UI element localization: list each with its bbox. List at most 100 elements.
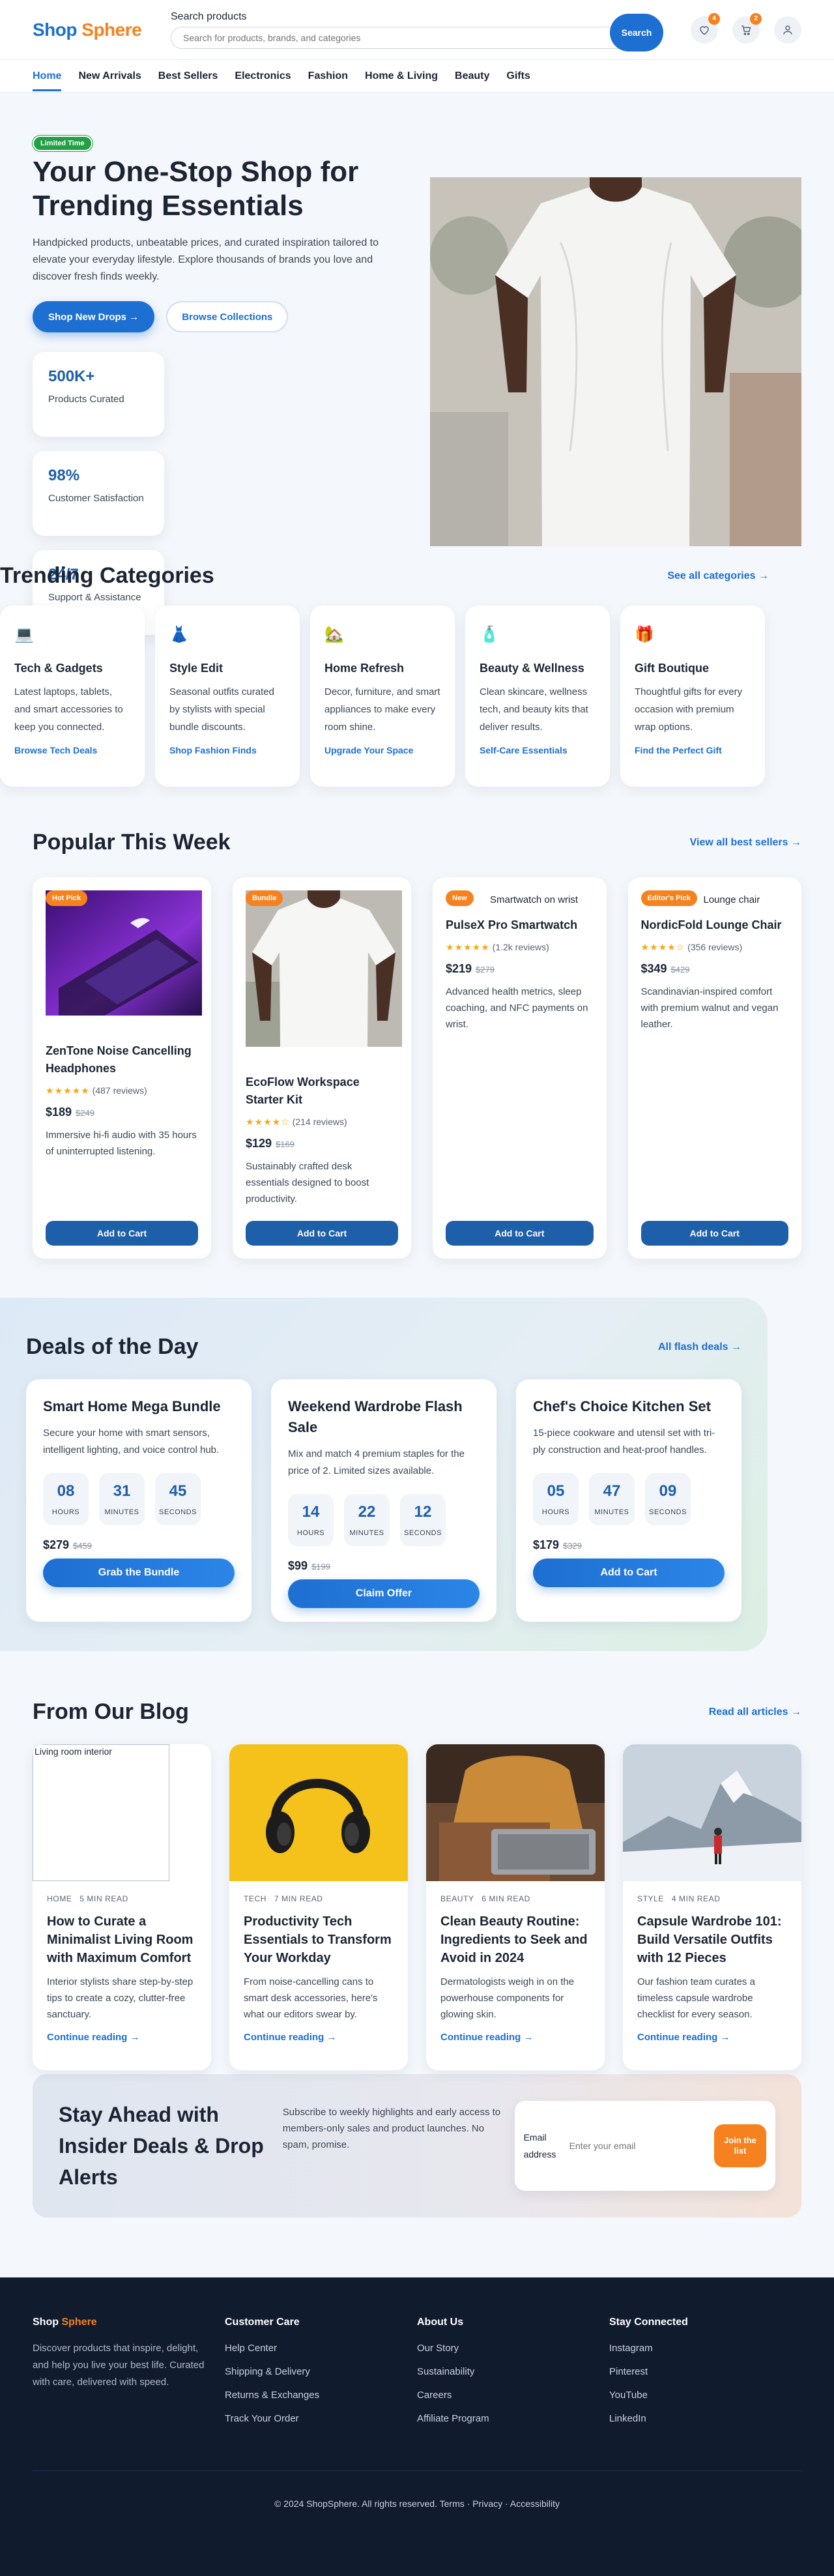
product-rating: ★★★★☆ (214 reviews) (246, 1117, 398, 1128)
post-meta: HOME 5 MIN READ (47, 1894, 128, 1903)
join-list-button[interactable]: Join the list (714, 2124, 766, 2167)
account-button[interactable] (774, 16, 801, 44)
nav-item-gifts[interactable]: Gifts (506, 61, 530, 91)
product-rating: ★★★★★ (487 reviews) (46, 1085, 198, 1096)
nav-item-home-living[interactable]: Home & Living (365, 61, 438, 91)
product-name[interactable]: ZenTone Noise Cancelling Headphones (46, 1042, 198, 1077)
deal-card: Chef's Choice Kitchen Set 15-piece cookw… (516, 1379, 741, 1622)
product-desc: Scandinavian-inspired comfort with premi… (640, 986, 779, 1030)
product-price: $189 $249 (46, 1105, 198, 1119)
continue-reading-link[interactable]: Continue reading → (244, 2032, 394, 2043)
footer-link-returns[interactable]: Returns & Exchanges (225, 2390, 417, 2401)
footer-customer-care: Customer Care Help Center Shipping & Del… (225, 2317, 417, 2437)
cart-button[interactable]: 2 (732, 12, 762, 44)
add-to-cart-button[interactable]: Add to Cart (640, 1221, 788, 1246)
timer-minutes: 22 MINUTES (344, 1494, 390, 1546)
terms-link[interactable]: Terms (440, 2498, 465, 2509)
wishlist-button[interactable]: 4 (691, 12, 720, 44)
post-meta: TECH 7 MIN READ (244, 1894, 323, 1903)
footer-link-instagram[interactable]: Instagram (609, 2343, 801, 2354)
gift-icon: 🎁 (635, 626, 654, 643)
blog-card[interactable]: STYLE 4 MIN READ Capsule Wardrobe 101: B… (623, 1744, 801, 2070)
read-all-articles-link[interactable]: Read all articles → (709, 1706, 801, 1718)
category-card[interactable]: 👗 Style Edit Seasonal outfits curated by… (155, 606, 300, 787)
nav-item-new-arrivals[interactable]: New Arrivals (78, 61, 141, 91)
privacy-link[interactable]: Privacy (472, 2498, 502, 2509)
footer-link-track-order[interactable]: Track Your Order (225, 2413, 417, 2424)
add-to-cart-button[interactable]: Add to Cart (446, 1221, 594, 1246)
post-title[interactable]: Capsule Wardrobe 101: Build Versatile Ou… (637, 1912, 787, 1967)
category-link[interactable]: Browse Tech Deals (14, 745, 130, 755)
continue-reading-link[interactable]: Continue reading → (637, 2032, 787, 2043)
category-link[interactable]: Upgrade Your Space (324, 745, 440, 755)
category-card[interactable]: 💻 Tech & Gadgets Latest laptops, tablets… (0, 606, 145, 787)
nav-item-fashion[interactable]: Fashion (308, 61, 348, 91)
blog-card[interactable]: BEAUTY 6 MIN READ Clean Beauty Routine: … (426, 1744, 605, 2070)
nav-item-beauty[interactable]: Beauty (455, 61, 489, 91)
footer-link-our-story[interactable]: Our Story (417, 2343, 609, 2354)
email-input[interactable] (562, 2133, 714, 2159)
footer-link-careers[interactable]: Careers (417, 2390, 609, 2401)
product-card[interactable]: Hot Pick ZenTone Noise Cancelling Headph… (33, 877, 211, 1259)
blog-card[interactable]: Living room interior HOME 5 MIN READ How… (33, 1744, 211, 2070)
product-card[interactable]: Smartwatch on wrist New PulseX Pro Smart… (433, 877, 607, 1259)
post-title[interactable]: Productivity Tech Essentials to Transfor… (244, 1912, 394, 1967)
footer-stay-connected: Stay Connected Instagram Pinterest YouTu… (609, 2317, 801, 2437)
newsletter-section: Stay Ahead with Insider Deals & Drop Ale… (33, 2074, 801, 2217)
user-icon (783, 25, 792, 35)
view-all-best-sellers-link[interactable]: View all best sellers → (690, 837, 801, 849)
add-to-cart-button[interactable]: Add to Cart (246, 1221, 398, 1246)
category-card[interactable]: 🏡 Home Refresh Decor, furniture, and sma… (310, 606, 455, 787)
newsletter-title: Stay Ahead with Insider Deals & Drop Ale… (59, 2103, 264, 2189)
product-card[interactable]: Lounge chair Editor's Pick NordicFold Lo… (627, 877, 801, 1259)
see-all-categories-link[interactable]: See all categories → (667, 570, 769, 582)
footer-link-shipping[interactable]: Shipping & Delivery (225, 2366, 417, 2377)
main-nav: Home New Arrivals Best Sellers Electroni… (0, 60, 834, 93)
search-input[interactable] (171, 26, 623, 49)
footer-link-pinterest[interactable]: Pinterest (609, 2366, 801, 2377)
nav-item-electronics[interactable]: Electronics (235, 61, 291, 91)
living-room-image: Living room interior (33, 1744, 211, 1881)
footer-link-youtube[interactable]: YouTube (609, 2390, 801, 2401)
nav-item-home[interactable]: Home (33, 61, 62, 91)
search-area: Search products Search (171, 8, 663, 51)
hero-tag: Limited Time (33, 136, 93, 151)
claim-offer-button[interactable]: Claim Offer (288, 1579, 480, 1608)
deal-desc: 15-piece cookware and utensil set with t… (533, 1427, 715, 1456)
product-name[interactable]: EcoFlow Workspace Starter Kit (246, 1074, 398, 1109)
footer-logo[interactable]: Shop Sphere (33, 2317, 225, 2328)
logo[interactable]: Shop Sphere (33, 20, 171, 40)
deal-title: Chef's Choice Kitchen Set (533, 1398, 711, 1414)
logo-part-1: Shop (33, 19, 78, 40)
nav-item-best-sellers[interactable]: Best Sellers (158, 61, 218, 91)
footer-link-sustainability[interactable]: Sustainability (417, 2366, 609, 2377)
all-flash-deals-link[interactable]: All flash deals → (658, 1341, 741, 1353)
category-link[interactable]: Find the Perfect Gift (635, 745, 751, 755)
category-card[interactable]: 🧴 Beauty & Wellness Clean skincare, well… (465, 606, 610, 787)
product-name[interactable]: PulseX Pro Smartwatch (446, 916, 594, 934)
search-button[interactable]: Search (610, 13, 663, 51)
copyright: © 2024 ShopSphere. All rights reserved. (274, 2498, 437, 2509)
product-card[interactable]: Bundle EcoFlow Workspace Starter Kit ★★★… (233, 877, 411, 1259)
add-to-cart-button[interactable]: Add to Cart (46, 1221, 198, 1246)
grab-bundle-button[interactable]: Grab the Bundle (43, 1559, 235, 1587)
deal-card: Weekend Wardrobe Flash Sale Mix and matc… (271, 1379, 496, 1622)
blog-card[interactable]: TECH 7 MIN READ Productivity Tech Essent… (229, 1744, 408, 2070)
add-to-cart-deal-button[interactable]: Add to Cart (533, 1559, 725, 1587)
category-link[interactable]: Self-Care Essentials (480, 745, 596, 755)
post-title[interactable]: How to Curate a Minimalist Living Room w… (47, 1912, 197, 1967)
product-tag: Bundle (246, 890, 283, 906)
category-card[interactable]: 🎁 Gift Boutique Thoughtful gifts for eve… (620, 606, 765, 787)
continue-reading-link[interactable]: Continue reading → (440, 2032, 590, 2043)
product-name[interactable]: NordicFold Lounge Chair (641, 916, 789, 934)
category-desc: Seasonal outfits curated by stylists wit… (169, 686, 274, 733)
footer-link-linkedin[interactable]: LinkedIn (609, 2413, 801, 2424)
footer-link-affiliate[interactable]: Affiliate Program (417, 2413, 609, 2424)
accessibility-link[interactable]: Accessibility (510, 2498, 560, 2509)
countdown-timer: 05 HOURS 47 MINUTES 09 SECONDS (533, 1473, 725, 1525)
continue-reading-link[interactable]: Continue reading → (47, 2032, 197, 2043)
post-title[interactable]: Clean Beauty Routine: Ingredients to See… (440, 1912, 590, 1967)
footer-link-help-center[interactable]: Help Center (225, 2343, 417, 2354)
category-link[interactable]: Shop Fashion Finds (169, 745, 285, 755)
deals-title: Deals of the Day (26, 1334, 199, 1359)
